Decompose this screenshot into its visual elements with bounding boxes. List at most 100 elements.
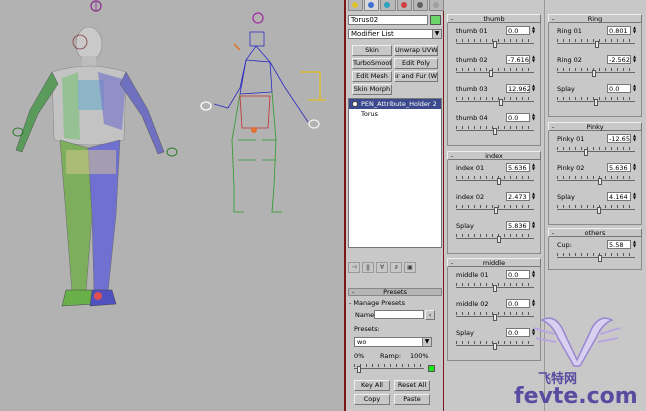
- spinner-value-field[interactable]: -12.65: [607, 134, 631, 143]
- value-slider[interactable]: [456, 176, 534, 185]
- copy-button[interactable]: Copy: [354, 394, 390, 405]
- display-tab-icon[interactable]: [412, 0, 428, 11]
- hierarchy-tab-icon[interactable]: [380, 0, 396, 11]
- spinner-arrows-icon[interactable]: ▲ ▼: [531, 299, 536, 308]
- motion-tab-icon[interactable]: [396, 0, 412, 11]
- group-rollout-header[interactable]: - others: [548, 228, 642, 237]
- presets-rollout-header[interactable]: - Presets: [348, 288, 442, 296]
- preset-name-input[interactable]: [374, 310, 424, 319]
- value-slider[interactable]: [557, 176, 635, 185]
- modify-tab-icon[interactable]: [364, 0, 380, 11]
- key-all-button[interactable]: Key All: [354, 380, 390, 391]
- modifier-button-turbosmooth[interactable]: TurboSmooth: [352, 58, 392, 69]
- spinner-value-field[interactable]: 0.0: [506, 113, 530, 122]
- stack-item[interactable]: PEN_Attribute_Holder 2: [349, 99, 441, 109]
- spinner-arrows-icon[interactable]: ▲ ▼: [632, 163, 637, 172]
- spinner-value-field[interactable]: 0.801: [607, 26, 631, 35]
- lightbulb-icon[interactable]: [352, 101, 358, 107]
- slider-thumb[interactable]: [591, 70, 596, 77]
- stack-item[interactable]: Torus: [349, 109, 441, 119]
- spinner-value-field[interactable]: 5.58: [607, 240, 631, 249]
- slider-thumb[interactable]: [596, 207, 601, 214]
- modifier-button-skin[interactable]: Skin: [352, 45, 392, 56]
- value-slider[interactable]: [557, 253, 635, 262]
- slider-thumb[interactable]: [594, 41, 599, 48]
- group-rollout-header[interactable]: - thumb: [447, 14, 541, 23]
- slider-thumb[interactable]: [493, 314, 497, 321]
- value-slider[interactable]: [456, 205, 534, 214]
- slider-thumb[interactable]: [494, 207, 499, 214]
- spinner-arrows-icon[interactable]: ▲ ▼: [531, 84, 536, 93]
- spinner-arrows-icon[interactable]: ▲ ▼: [632, 192, 637, 201]
- spinner-value-field[interactable]: 5.636: [607, 163, 631, 172]
- spinner-value-field[interactable]: -7.616: [506, 55, 530, 64]
- slider-thumb[interactable]: [493, 41, 497, 48]
- value-slider[interactable]: [456, 126, 534, 135]
- spinner-arrows-icon[interactable]: ▲ ▼: [632, 134, 637, 143]
- modifier-button-skin-morph[interactable]: Skin Morph: [352, 84, 392, 95]
- spinner-value-field[interactable]: 5.836: [506, 221, 530, 230]
- reset-all-button[interactable]: Reset All: [394, 380, 430, 391]
- slider-thumb[interactable]: [597, 178, 602, 185]
- viewport-perspective[interactable]: [0, 0, 344, 411]
- value-slider[interactable]: [456, 68, 534, 77]
- create-tab-icon[interactable]: [348, 0, 364, 11]
- slider-thumb[interactable]: [498, 99, 503, 106]
- group-rollout-header[interactable]: - Pinky: [548, 122, 642, 131]
- spinner-arrows-icon[interactable]: ▲ ▼: [531, 163, 536, 172]
- spinner-value-field[interactable]: 0.0: [506, 299, 530, 308]
- spinner-value-field[interactable]: 5.636: [506, 163, 530, 172]
- show-end-result-icon[interactable]: ǀǀ: [362, 262, 374, 273]
- slider-thumb[interactable]: [496, 236, 501, 243]
- spinner-value-field[interactable]: 12.962: [506, 84, 530, 93]
- modifier-button-edit-mesh[interactable]: Edit Mesh: [352, 71, 392, 82]
- value-slider[interactable]: [456, 283, 534, 292]
- value-slider[interactable]: [456, 97, 534, 106]
- object-color-swatch[interactable]: [430, 15, 441, 25]
- make-unique-icon[interactable]: ∀: [376, 262, 388, 273]
- spinner-arrows-icon[interactable]: ▲ ▼: [531, 26, 536, 35]
- value-slider[interactable]: [557, 147, 635, 156]
- group-rollout-header[interactable]: - index: [447, 151, 541, 160]
- spinner-arrows-icon[interactable]: ▲ ▼: [632, 26, 637, 35]
- modifier-stack[interactable]: PEN_Attribute_Holder 2 Torus: [348, 98, 442, 248]
- value-slider[interactable]: [557, 205, 635, 214]
- slider-thumb[interactable]: [493, 343, 497, 350]
- ramp-slider[interactable]: [354, 364, 424, 373]
- spinner-arrows-icon[interactable]: ▲ ▼: [531, 192, 536, 201]
- slider-thumb[interactable]: [594, 99, 598, 106]
- spinner-value-field[interactable]: 0.0: [506, 270, 530, 279]
- configure-sets-icon[interactable]: ▣: [404, 262, 416, 273]
- paste-button[interactable]: Paste: [394, 394, 430, 405]
- presets-dropdown[interactable]: wo ▼: [354, 337, 432, 347]
- slider-thumb[interactable]: [493, 285, 497, 292]
- slider-thumb[interactable]: [493, 128, 497, 135]
- value-slider[interactable]: [456, 234, 534, 243]
- group-rollout-header[interactable]: - middle: [447, 258, 541, 267]
- spinner-value-field[interactable]: 0.0: [506, 26, 530, 35]
- spinner-arrows-icon[interactable]: ▲ ▼: [632, 240, 637, 249]
- object-name-field[interactable]: Torus02: [348, 15, 428, 25]
- spinner-arrows-icon[interactable]: ▲ ▼: [531, 270, 536, 279]
- utilities-tab-icon[interactable]: [428, 0, 445, 11]
- group-rollout-header[interactable]: - Ring: [548, 14, 642, 23]
- slider-thumb[interactable]: [357, 366, 362, 373]
- slider-thumb[interactable]: [584, 149, 589, 156]
- pin-stack-icon[interactable]: ⊣: [348, 262, 360, 273]
- spinner-arrows-icon[interactable]: ▲ ▼: [632, 55, 637, 64]
- spinner-value-field[interactable]: -2.562: [607, 55, 631, 64]
- value-slider[interactable]: [557, 68, 635, 77]
- spinner-arrows-icon[interactable]: ▲ ▼: [632, 84, 637, 93]
- value-slider[interactable]: [456, 39, 534, 48]
- slider-thumb[interactable]: [489, 70, 494, 77]
- value-slider[interactable]: [557, 97, 635, 106]
- spinner-value-field[interactable]: 0.0: [607, 84, 631, 93]
- remove-modifier-icon[interactable]: ∂: [390, 262, 402, 273]
- value-slider[interactable]: [557, 39, 635, 48]
- spinner-value-field[interactable]: 2.473: [506, 192, 530, 201]
- slider-thumb[interactable]: [496, 178, 501, 185]
- modifier-button-edit-poly[interactable]: Edit Poly: [394, 58, 438, 69]
- spinner-arrows-icon[interactable]: ▲ ▼: [531, 221, 536, 230]
- save-preset-button[interactable]: ‹: [425, 310, 435, 320]
- modifier-list-dropdown[interactable]: Modifier List ▼: [348, 29, 442, 39]
